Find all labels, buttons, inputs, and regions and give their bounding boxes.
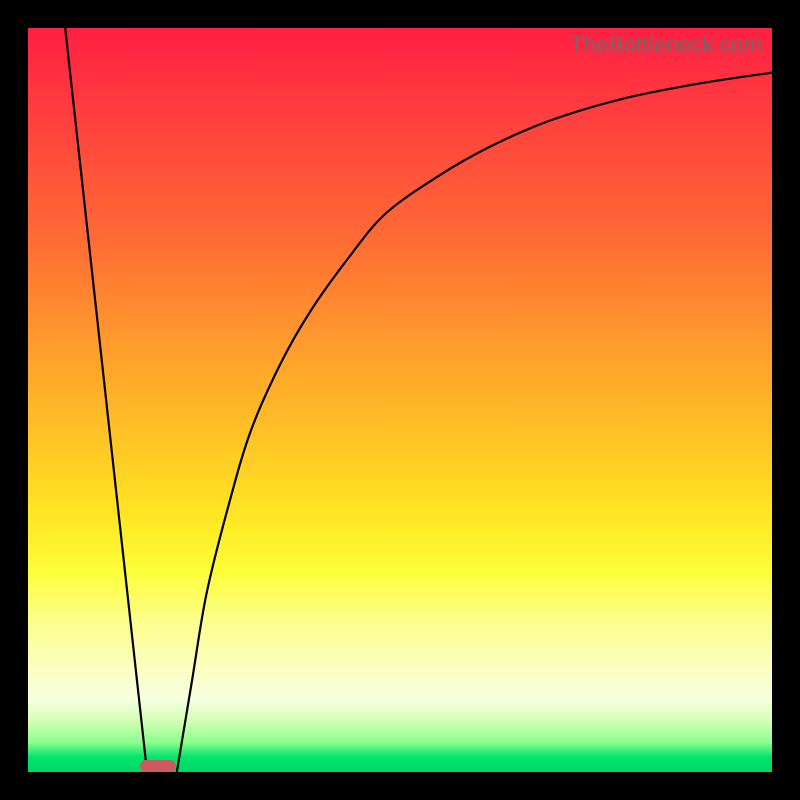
plot-area: TheBottleneck.com	[28, 28, 772, 772]
curve-left-branch	[65, 28, 147, 772]
minimum-marker	[140, 760, 176, 772]
curve-layer	[28, 28, 772, 772]
chart-frame: TheBottleneck.com	[0, 0, 800, 800]
curve-right-branch	[177, 73, 772, 772]
